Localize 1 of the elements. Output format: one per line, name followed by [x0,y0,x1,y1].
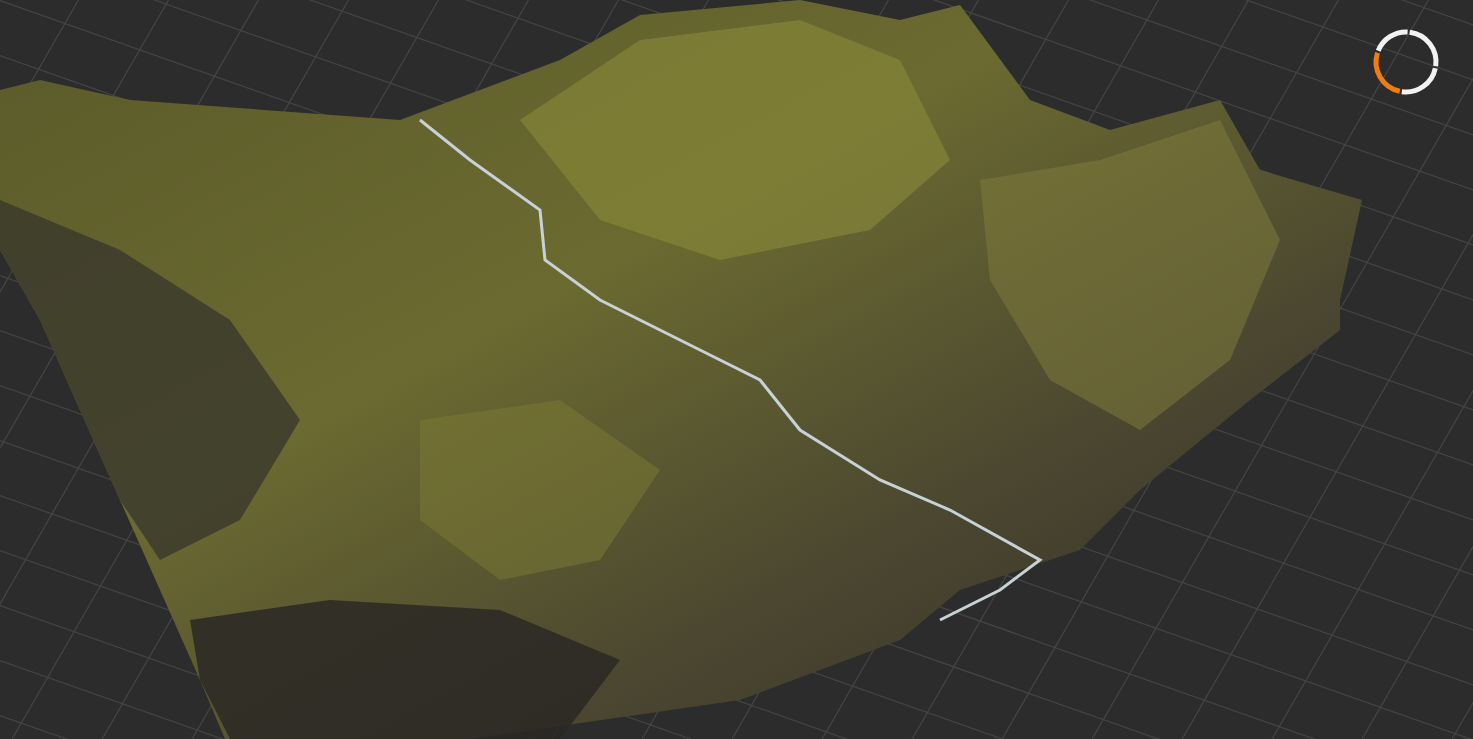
view-gizmo-segment[interactable] [1373,52,1401,94]
